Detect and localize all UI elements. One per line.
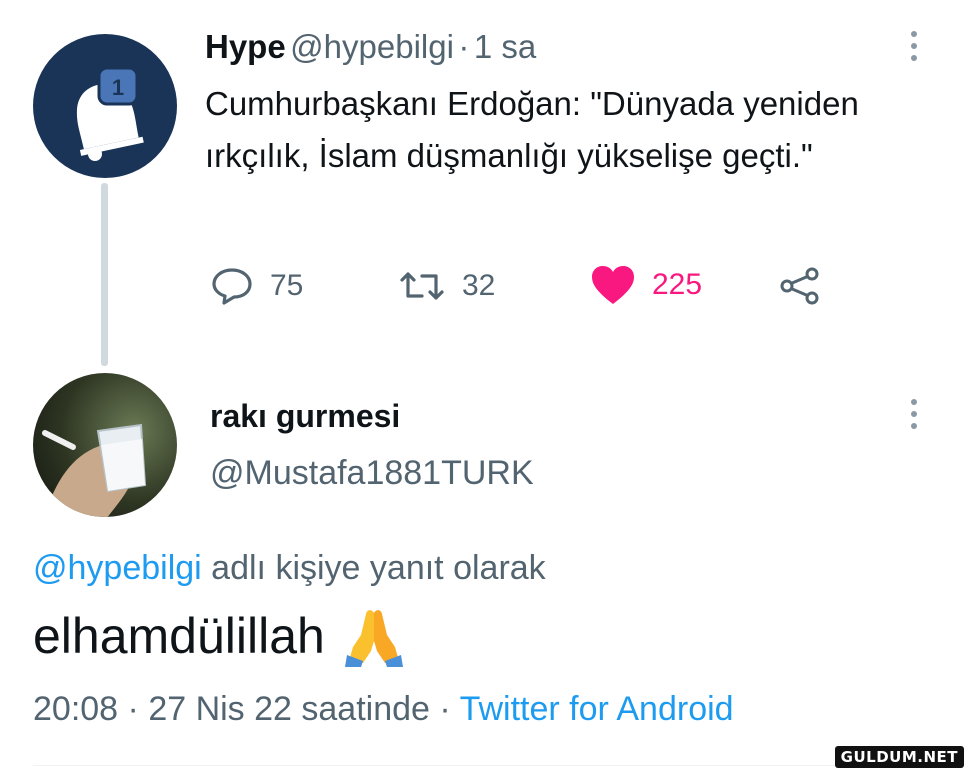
more-icon[interactable] — [908, 399, 920, 429]
reply-button[interactable]: 75 — [210, 266, 303, 306]
retweet-icon — [400, 272, 444, 300]
folded-hands-icon — [344, 610, 403, 667]
replying-to: @hypebilgi adlı kişiye yanıt olarak — [33, 549, 546, 588]
retweet-button[interactable]: 32 — [398, 266, 495, 306]
watermark: GULDUM.NET — [834, 746, 964, 768]
reply-text-row: elhamdülillah — [33, 605, 405, 667]
like-icon — [592, 266, 634, 304]
bell-icon: 1 — [76, 66, 144, 161]
author-handle[interactable]: @hypebilgi — [290, 28, 454, 65]
more-icon[interactable] — [908, 31, 920, 61]
raki-glass-image — [42, 423, 147, 517]
meta-separator: · — [429, 690, 460, 728]
share-icon — [780, 267, 819, 305]
author-name[interactable]: Hype — [205, 28, 286, 65]
reply-count: 75 — [270, 269, 304, 302]
retweet-count: 32 — [462, 269, 496, 302]
reply-author-name[interactable]: rakı gurmesi — [210, 398, 400, 435]
share-button[interactable] — [778, 266, 822, 311]
replying-to-text: adlı kişiye yanıt olarak — [201, 549, 546, 587]
like-count: 225 — [652, 268, 703, 301]
source-link[interactable]: Twitter for Android — [460, 690, 734, 728]
reply-icon — [212, 268, 252, 305]
hype-avatar[interactable]: 1 — [33, 34, 177, 178]
meta-separator: · — [118, 690, 149, 728]
reply-text: elhamdülillah — [33, 608, 325, 664]
badge-count: 1 — [112, 75, 124, 100]
tweet-meta: 20:08 · 27 Nis 22 saatinde · Twitter for… — [33, 690, 734, 729]
parent-tweet-header: Hype @hypebilgi · 1 sa — [205, 28, 536, 66]
tweet-time[interactable]: 1 sa — [474, 28, 536, 65]
tweet-text: Cumhurbaşkanı Erdoğan: "Dünyada yeniden … — [205, 85, 859, 174]
thread-line — [101, 183, 108, 366]
rakı-gurmesi-avatar[interactable] — [33, 373, 177, 517]
reply-date[interactable]: 27 Nis 22 saatinde — [148, 690, 430, 728]
reply-mention-link[interactable]: @hypebilgi — [33, 549, 202, 587]
reply-time[interactable]: 20:08 — [33, 690, 118, 728]
like-button[interactable]: 225 — [590, 264, 702, 306]
divider — [33, 765, 938, 766]
time-separator: · — [458, 28, 470, 65]
reply-author-handle[interactable]: @Mustafa1881TURK — [210, 454, 534, 493]
